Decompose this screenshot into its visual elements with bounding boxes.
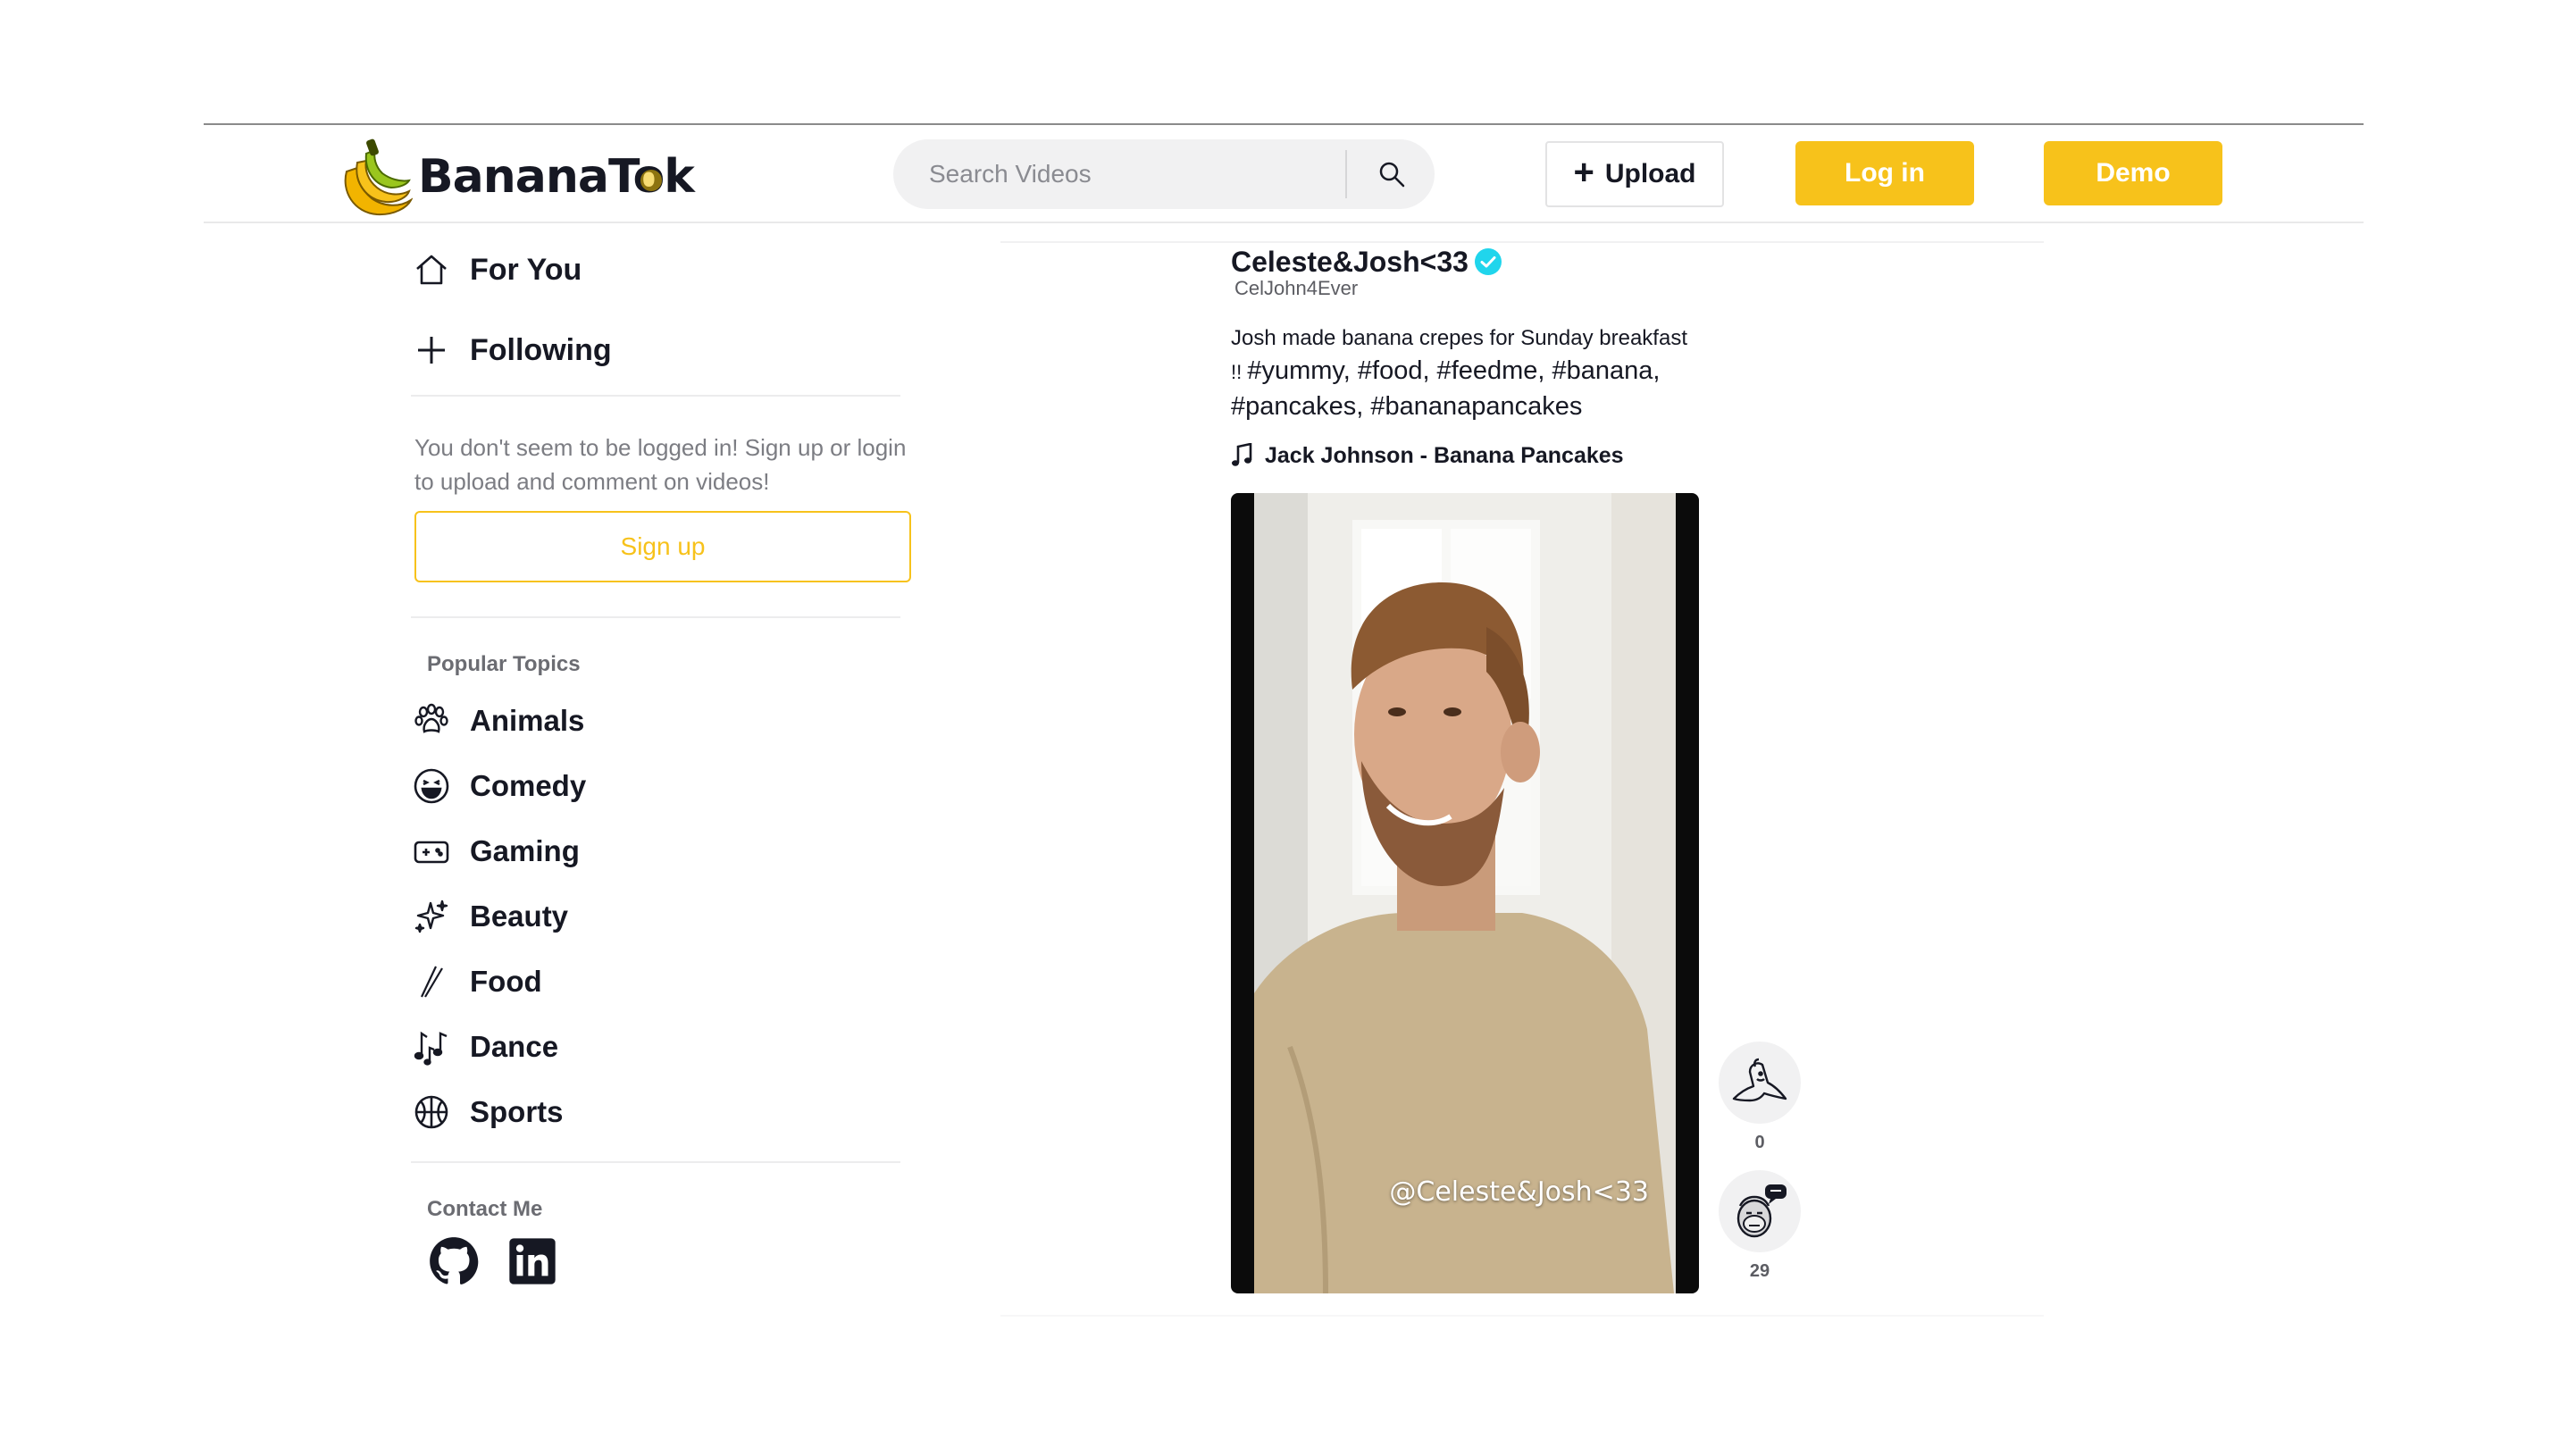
topics-list: Animals Comedy Gaming Beauty Food Dance …: [411, 688, 586, 1144]
topic-beauty-label: Beauty: [470, 899, 569, 933]
topic-dance-label: Dance: [470, 1029, 559, 1063]
linkedin-icon[interactable]: [506, 1234, 559, 1288]
app-name-o: o: [632, 150, 665, 204]
banana-logo-icon: [344, 138, 413, 216]
sidebar-divider: [411, 395, 900, 397]
video-thumbnail: [1254, 493, 1676, 1293]
search-button[interactable]: [1349, 139, 1435, 209]
topic-beauty[interactable]: Beauty: [411, 883, 586, 949]
upload-button[interactable]: + Upload: [1545, 141, 1724, 207]
like-button[interactable]: [1719, 1042, 1801, 1124]
feed-divider: [1000, 241, 2044, 243]
comment-count: 29: [1749, 1261, 1770, 1281]
verified-badge-icon: [1474, 248, 1502, 275]
monkey-comment-icon: [1736, 1184, 1787, 1238]
home-icon: [411, 249, 452, 290]
app-name-k: k: [664, 150, 695, 204]
search-input[interactable]: [929, 147, 1376, 201]
laughing-face-icon: [411, 766, 452, 807]
plus-icon: +: [1573, 153, 1594, 192]
top-header: BananaTok + Upload Log in Demo: [204, 125, 2364, 223]
app-name: BananaTok: [418, 150, 695, 204]
gamepad-icon: [411, 831, 452, 872]
paw-icon: [411, 700, 452, 741]
topic-gaming-label: Gaming: [470, 833, 580, 867]
nav-following[interactable]: Following: [411, 318, 612, 382]
like-action: 0: [1717, 1042, 1803, 1163]
feed-divider: [1000, 1315, 2044, 1317]
login-label: Log in: [1845, 158, 1925, 188]
github-icon[interactable]: [427, 1234, 481, 1288]
contact-heading: Contact Me: [427, 1197, 543, 1221]
app-name-part1: Banana: [418, 150, 609, 204]
signup-label: Sign up: [620, 532, 706, 560]
app-name-t: T: [607, 150, 634, 204]
comment-action: 29: [1717, 1170, 1803, 1292]
chopsticks-icon: [411, 961, 452, 1002]
login-prompt-text: You don't seem to be logged in! Sign up …: [414, 434, 907, 495]
nav-following-label: Following: [470, 332, 612, 367]
post-caption: Josh made banana crepes for Sunday break…: [1231, 323, 1767, 423]
caption-exclaim: !!: [1231, 361, 1248, 383]
video-watermark: @Celeste&Josh<33: [1389, 1176, 1649, 1208]
like-count: 0: [1754, 1133, 1765, 1152]
nav-for-you-label: For You: [470, 252, 582, 287]
topic-animals[interactable]: Animals: [411, 688, 586, 753]
video-player[interactable]: @Celeste&Josh<33: [1231, 493, 1699, 1293]
search-bar: [893, 139, 1435, 209]
demo-button[interactable]: Demo: [2044, 141, 2222, 205]
demo-label: Demo: [2096, 158, 2171, 188]
nav-for-you[interactable]: For You: [411, 238, 582, 302]
banana-peel-icon: [1732, 1058, 1787, 1102]
topic-food[interactable]: Food: [411, 949, 586, 1014]
hashtags-line-1[interactable]: #yummy, #food, #feedme, #banana,: [1247, 356, 1660, 385]
search-divider: [1345, 150, 1347, 198]
music-note-icon: [1232, 443, 1252, 466]
music-notes-icon: [411, 1026, 452, 1067]
author-name[interactable]: Celeste&Josh<33: [1231, 246, 1469, 279]
post-actions: 0 29: [1717, 1042, 1803, 1299]
video-frame: @Celeste&Josh<33: [1254, 493, 1676, 1293]
upload-label: Upload: [1604, 159, 1696, 188]
topic-animals-label: Animals: [470, 703, 585, 737]
sidebar-divider: [411, 616, 900, 618]
topic-gaming[interactable]: Gaming: [411, 818, 586, 883]
author-handle[interactable]: CelJohn4Ever: [1234, 277, 1358, 300]
sparkles-icon: [411, 896, 452, 937]
basketball-icon: [411, 1092, 452, 1133]
signup-button[interactable]: Sign up: [414, 511, 911, 582]
topic-sports-label: Sports: [470, 1094, 564, 1128]
search-icon: [1379, 162, 1405, 188]
topic-sports[interactable]: Sports: [411, 1079, 586, 1144]
comment-button[interactable]: [1719, 1170, 1801, 1252]
music-title: Jack Johnson - Banana Pancakes: [1265, 442, 1624, 468]
topic-dance[interactable]: Dance: [411, 1014, 586, 1079]
login-button[interactable]: Log in: [1795, 141, 1974, 205]
sidebar-divider: [411, 1161, 900, 1163]
music-row[interactable]: Jack Johnson - Banana Pancakes: [1231, 439, 1624, 472]
popular-topics-heading: Popular Topics: [427, 652, 581, 676]
caption-text: Josh made banana crepes for Sunday break…: [1231, 326, 1687, 350]
topic-comedy-label: Comedy: [470, 768, 587, 802]
topic-food-label: Food: [470, 964, 542, 998]
topic-comedy[interactable]: Comedy: [411, 753, 586, 818]
logo[interactable]: BananaTok: [338, 134, 695, 220]
plus-icon: [411, 330, 452, 371]
caption-hashtags: !! #yummy, #food, #feedme, #banana,: [1231, 354, 1767, 389]
hashtags-line-2[interactable]: #pancakes, #bananapancakes: [1231, 389, 1767, 423]
contact-links: [427, 1234, 584, 1288]
